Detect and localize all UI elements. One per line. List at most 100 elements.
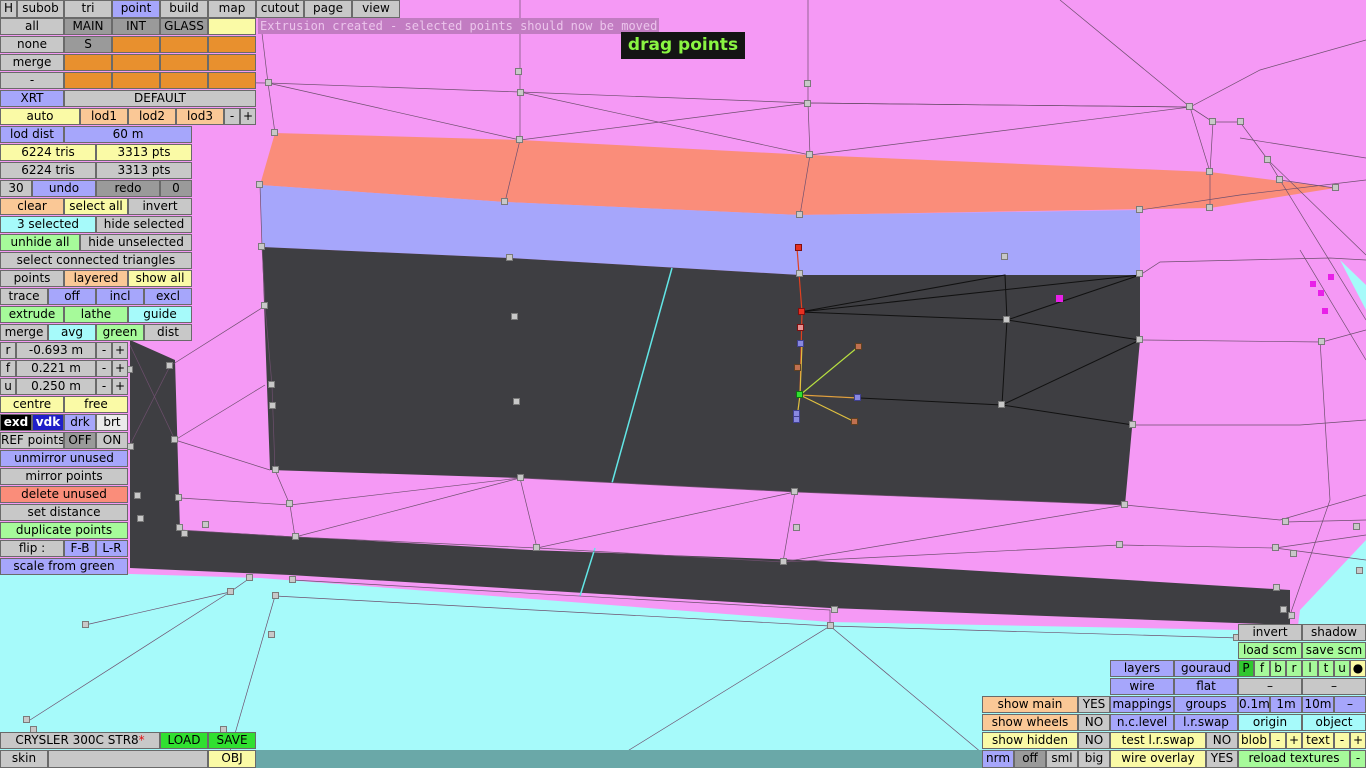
show-all-button[interactable]: show all bbox=[128, 270, 192, 287]
f-plus-button[interactable]: + bbox=[112, 360, 128, 377]
group-slot[interactable] bbox=[208, 18, 256, 35]
group-slot[interactable] bbox=[160, 72, 208, 89]
nc-level-button[interactable]: n.c.level bbox=[1110, 714, 1174, 731]
extrude-button[interactable]: extrude bbox=[0, 306, 64, 323]
set-distance-button[interactable]: set distance bbox=[0, 504, 128, 521]
merge-groups-button[interactable]: merge bbox=[0, 54, 64, 71]
u-value[interactable]: 0.250 m bbox=[16, 378, 96, 395]
group-slot[interactable] bbox=[208, 54, 256, 71]
menu-h[interactable]: H bbox=[0, 0, 17, 18]
r-value[interactable]: -0.693 m bbox=[16, 342, 96, 359]
obj-button[interactable]: OBJ bbox=[208, 750, 256, 768]
unmirror-unused-button[interactable]: unmirror unused bbox=[0, 450, 128, 467]
unhide-all-button[interactable]: unhide all bbox=[0, 234, 80, 251]
hide-selected-button[interactable]: hide selected bbox=[96, 216, 192, 233]
flag-l-button[interactable]: l bbox=[1302, 660, 1318, 677]
menu-map[interactable]: map bbox=[208, 0, 256, 18]
flag-t-button[interactable]: t bbox=[1318, 660, 1334, 677]
object-button[interactable]: object bbox=[1302, 714, 1366, 731]
layers-button[interactable]: layers bbox=[1110, 660, 1174, 677]
flag-r-button[interactable]: r bbox=[1286, 660, 1302, 677]
lod-auto-button[interactable]: auto bbox=[0, 108, 80, 125]
none-button[interactable]: none bbox=[0, 36, 64, 53]
f-minus-button[interactable]: - bbox=[96, 360, 112, 377]
step-10m-button[interactable]: 10m bbox=[1302, 696, 1334, 713]
merge-button[interactable]: merge bbox=[0, 324, 48, 341]
group-slot[interactable] bbox=[208, 72, 256, 89]
avg-button[interactable]: avg bbox=[48, 324, 96, 341]
f-value[interactable]: 0.221 m bbox=[16, 360, 96, 377]
origin-button[interactable]: origin bbox=[1238, 714, 1302, 731]
car-name-field[interactable]: CRYSLER 300C STR8* bbox=[0, 732, 160, 749]
group-slot[interactable] bbox=[64, 54, 112, 71]
text-minus-button[interactable]: - bbox=[1334, 732, 1350, 749]
save-scm-button[interactable]: save scm bbox=[1302, 642, 1366, 659]
default-button[interactable]: DEFAULT bbox=[64, 90, 256, 107]
group-slot[interactable] bbox=[160, 36, 208, 53]
ref-on-button[interactable]: ON bbox=[96, 432, 128, 449]
save-button[interactable]: SAVE bbox=[208, 732, 256, 749]
lathe-button[interactable]: lathe bbox=[64, 306, 128, 323]
mirror-points-button[interactable]: mirror points bbox=[0, 468, 128, 485]
free-button[interactable]: free bbox=[64, 396, 128, 413]
mappings-button[interactable]: mappings bbox=[1110, 696, 1174, 713]
off-button[interactable]: off bbox=[1014, 750, 1046, 768]
dash-button[interactable]: - bbox=[0, 72, 64, 89]
ref-off-button[interactable]: OFF bbox=[64, 432, 96, 449]
reload-textures-button[interactable]: reload textures bbox=[1238, 750, 1350, 768]
centre-button[interactable]: centre bbox=[0, 396, 64, 413]
clear-button[interactable]: clear bbox=[0, 198, 64, 215]
group-slot[interactable] bbox=[112, 36, 160, 53]
sml-button[interactable]: sml bbox=[1046, 750, 1078, 768]
shadow-button[interactable]: shadow bbox=[1302, 624, 1366, 641]
gouraud-button[interactable]: gouraud bbox=[1174, 660, 1238, 677]
text-button[interactable]: text bbox=[1302, 732, 1334, 749]
reload-minus-button[interactable]: - bbox=[1350, 750, 1366, 768]
glass-button[interactable]: GLASS bbox=[160, 18, 208, 35]
u-plus-button[interactable]: + bbox=[112, 378, 128, 395]
int-button[interactable]: INT bbox=[112, 18, 160, 35]
wire-button[interactable]: wire bbox=[1110, 678, 1174, 695]
invert-selection-button[interactable]: invert bbox=[128, 198, 192, 215]
trace-excl-button[interactable]: excl bbox=[144, 288, 192, 305]
group-slot[interactable] bbox=[112, 54, 160, 71]
blob-plus-button[interactable]: + bbox=[1286, 732, 1302, 749]
trace-button[interactable]: trace bbox=[0, 288, 48, 305]
wire-overlay-button[interactable]: wire overlay bbox=[1110, 750, 1206, 768]
group-slot[interactable] bbox=[112, 72, 160, 89]
step-minus-button[interactable]: – bbox=[1334, 696, 1366, 713]
flag-f-button[interactable]: f bbox=[1254, 660, 1270, 677]
flat-button[interactable]: flat bbox=[1174, 678, 1238, 695]
wire-overlay-toggle[interactable]: YES bbox=[1206, 750, 1238, 768]
show-hidden-toggle[interactable]: NO bbox=[1078, 732, 1110, 749]
blob-button[interactable]: blob bbox=[1238, 732, 1270, 749]
group-slot[interactable] bbox=[64, 72, 112, 89]
invert-button[interactable]: invert bbox=[1238, 624, 1302, 641]
blob-minus-button[interactable]: - bbox=[1270, 732, 1286, 749]
menu-cutout[interactable]: cutout bbox=[256, 0, 304, 18]
duplicate-points-button[interactable]: duplicate points bbox=[0, 522, 128, 539]
nrm-button[interactable]: nrm bbox=[982, 750, 1014, 768]
r-minus-button[interactable]: - bbox=[96, 342, 112, 359]
brt-button[interactable]: brt bbox=[96, 414, 128, 431]
flag-u-button[interactable]: u bbox=[1334, 660, 1350, 677]
menu-subob[interactable]: subob bbox=[17, 0, 64, 18]
dash-button-right[interactable]: – bbox=[1302, 678, 1366, 695]
groups-button[interactable]: groups bbox=[1174, 696, 1238, 713]
flip-fb-button[interactable]: F-B bbox=[64, 540, 96, 557]
u-minus-button[interactable]: - bbox=[96, 378, 112, 395]
menu-build[interactable]: build bbox=[160, 0, 208, 18]
flag-p-button[interactable]: P bbox=[1238, 660, 1254, 677]
points-button[interactable]: points bbox=[0, 270, 64, 287]
test-lr-swap-toggle[interactable]: NO bbox=[1206, 732, 1238, 749]
lod2-button[interactable]: lod2 bbox=[128, 108, 176, 125]
flag-dot-button[interactable]: ● bbox=[1350, 660, 1366, 677]
guide-button[interactable]: guide bbox=[128, 306, 192, 323]
flip-lr-button[interactable]: L-R bbox=[96, 540, 128, 557]
delete-unused-button[interactable]: delete unused bbox=[0, 486, 128, 503]
show-wheels-toggle[interactable]: NO bbox=[1078, 714, 1110, 731]
xrt-button[interactable]: XRT bbox=[0, 90, 64, 107]
vdk-button[interactable]: vdk bbox=[32, 414, 64, 431]
undo-button[interactable]: undo bbox=[32, 180, 96, 197]
r-plus-button[interactable]: + bbox=[112, 342, 128, 359]
